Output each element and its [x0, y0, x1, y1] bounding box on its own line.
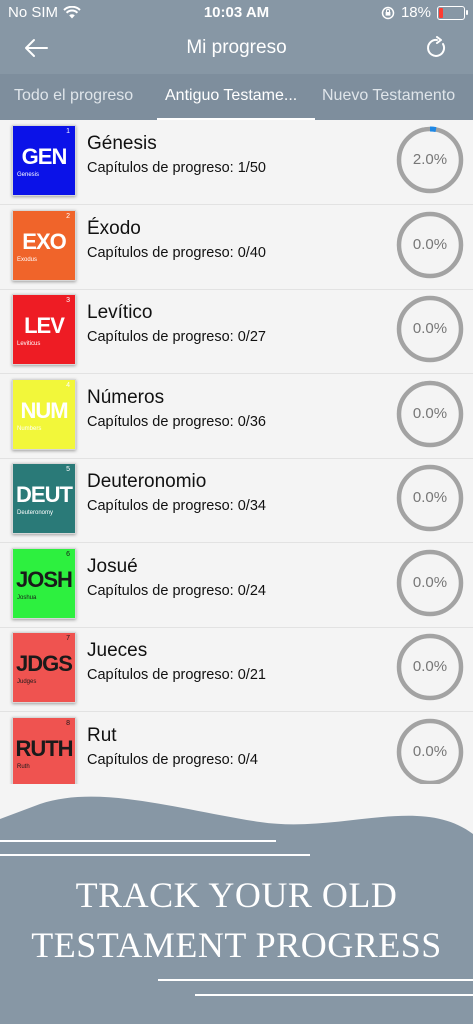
book-cover: 6 JOSH Joshua: [12, 547, 76, 619]
chapter-progress-text: Capítulos de progreso: 0/24: [87, 582, 266, 599]
book-row[interactable]: 3 LEV Leviticus Levítico Capítulos de progre…: [0, 289, 473, 374]
book-name: Rut: [87, 724, 117, 746]
progress-percent: 0.0%: [412, 235, 448, 253]
status-bar: No SIM 10:03 AM 18%: [0, 0, 473, 26]
book-row[interactable]: 5 DEUT Deuteronomy Deuteronomio Capítulos de…: [0, 458, 473, 543]
book-row[interactable]: 4 NUM Numbers Números Capítulos de progreso:…: [0, 374, 473, 459]
book-name: Números: [87, 386, 165, 408]
book-row[interactable]: 2 EXO Exodus Éxodo Capítulos de progreso: 0/…: [0, 205, 473, 290]
book-abbreviation: NUM: [20, 397, 68, 423]
progress-percent: 0.0%: [412, 742, 448, 760]
book-name: Jueces: [87, 640, 148, 661]
book-cover: 8 RUTH Ruth: [12, 716, 76, 784]
progress-percent: 0.0%: [412, 489, 448, 506]
book-number: 2: [66, 212, 70, 220]
page-title: Mi progreso: [186, 37, 287, 58]
tab-new-testament[interactable]: Nuevo Testamento: [322, 87, 455, 105]
book-cover: 4 NUM Numbers: [12, 378, 76, 450]
promo-headline: TRACK YOUR OLD TESTAMENT PROGRESS: [0, 870, 473, 970]
book-abbreviation: GEN: [21, 144, 68, 169]
book-cover: 3 LEV Leviticus: [12, 294, 76, 365]
book-english-name: Joshua: [17, 594, 37, 601]
nav-bar: Mi progreso: [0, 26, 473, 72]
progress-ring: 0.0%: [396, 718, 464, 784]
battery-icon: [437, 5, 468, 20]
chapter-progress-text: Capítulos de progreso: 0/21: [87, 667, 266, 683]
book-number: 6: [66, 550, 70, 558]
tab-bar: Todo el progreso Antiguo Testame... Nuev…: [0, 74, 473, 120]
book-english-name: Ruth: [17, 763, 30, 770]
chapter-progress-text: Capítulos de progreso: 0/40: [87, 244, 266, 261]
book-english-name: Genesis: [17, 172, 40, 178]
book-abbreviation: EXO: [22, 228, 66, 254]
book-row[interactable]: 7 JDGS Judges Jueces Capítulos de progreso: …: [0, 627, 473, 712]
book-name: Levítico: [87, 302, 153, 323]
book-number: 8: [66, 719, 70, 727]
book-number: 4: [66, 381, 70, 389]
book-english-name: Judges: [17, 679, 37, 685]
book-abbreviation: RUTH: [15, 735, 73, 761]
book-abbreviation: LEV: [24, 313, 65, 338]
refresh-icon[interactable]: [425, 36, 449, 60]
tab-old-testament[interactable]: Antiguo Testame...: [165, 87, 297, 105]
progress-percent: 2.0%: [412, 151, 448, 168]
chapter-progress-text: Capítulos de progreso: 0/34: [87, 498, 266, 514]
progress-percent: 0.0%: [412, 573, 448, 591]
book-name: Deuteronomio: [87, 471, 207, 492]
chapter-progress-text: Capítulos de progreso: 0/27: [87, 329, 266, 345]
book-english-name: Exodus: [17, 256, 38, 263]
promo-line-1: TRACK YOUR OLD: [75, 875, 398, 915]
battery-percent: 18%: [400, 4, 431, 21]
book-row[interactable]: 1 GEN Genesis Génesis Capítulos de progreso:…: [0, 120, 473, 205]
promo-line-2: TESTAMENT PROGRESS: [31, 925, 442, 965]
book-cover: 1 GEN Genesis: [12, 125, 76, 196]
book-row[interactable]: 6 JOSH Joshua Josué Capítulos de progreso: 0…: [0, 543, 473, 628]
book-row[interactable]: 8 RUTH Ruth Rut Capítulos de progreso: 0/4 0.…: [0, 712, 473, 784]
book-english-name: Deuteronomy: [17, 510, 54, 516]
chapter-progress-text: Capítulos de progreso: 0/36: [87, 413, 266, 430]
orientation-lock-icon: [381, 6, 395, 19]
progress-ring: 0.0%: [396, 380, 464, 448]
book-cover: 7 JDGS Judges: [12, 632, 76, 703]
book-number: 5: [66, 466, 70, 473]
book-number: 1: [66, 128, 70, 135]
book-abbreviation: JOSH: [16, 566, 73, 592]
book-name: Éxodo: [87, 217, 141, 239]
book-english-name: Leviticus: [17, 341, 41, 347]
promo-banner: TRACK YOUR OLD TESTAMENT PROGRESS: [0, 784, 473, 1024]
book-number: 3: [66, 297, 70, 304]
progress-ring: 0.0%: [396, 633, 464, 701]
book-progress-list: 1 GEN Genesis Génesis Capítulos de progreso:…: [0, 120, 473, 784]
chapter-progress-text: Capítulos de progreso: 1/50: [87, 160, 266, 176]
tab-all-progress[interactable]: Todo el progreso: [14, 87, 133, 105]
progress-percent: 0.0%: [412, 658, 448, 675]
progress-ring: 0.0%: [396, 211, 464, 279]
progress-ring: 0.0%: [396, 295, 464, 363]
book-name: Génesis: [87, 133, 157, 154]
book-abbreviation: DEUT: [16, 482, 73, 507]
book-abbreviation: JDGS: [16, 651, 73, 676]
book-name: Josué: [87, 555, 138, 577]
book-english-name: Numbers: [17, 425, 42, 432]
book-cover: 2 EXO Exodus: [12, 209, 76, 281]
progress-percent: 0.0%: [412, 320, 448, 337]
chapter-progress-text: Capítulos de progreso: 0/4: [87, 751, 258, 768]
progress-ring: 0.0%: [396, 549, 464, 617]
progress-ring: 0.0%: [396, 464, 464, 532]
book-number: 7: [66, 635, 70, 642]
progress-percent: 0.0%: [412, 404, 448, 422]
book-cover: 5 DEUT Deuteronomy: [12, 463, 76, 534]
progress-ring: 2.0%: [396, 126, 464, 194]
